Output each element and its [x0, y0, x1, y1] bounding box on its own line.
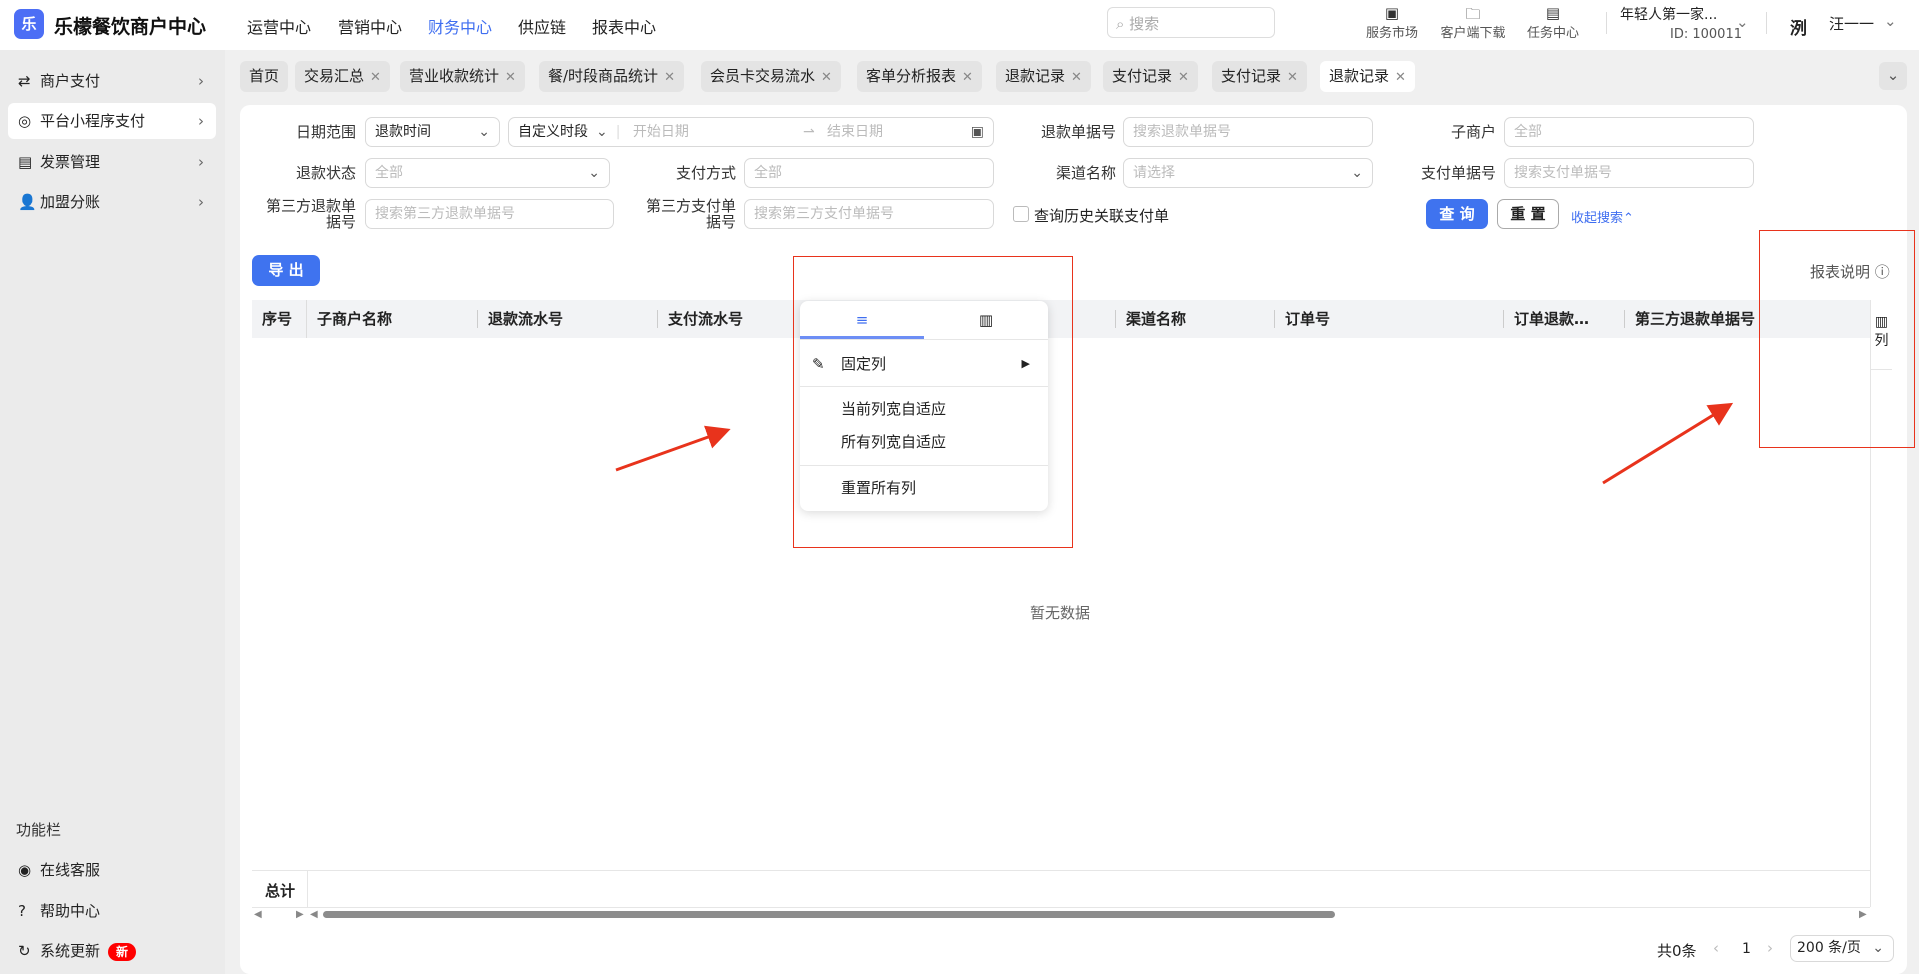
annotation-arrow: [615, 425, 731, 472]
annotation-arrow: [1602, 402, 1734, 485]
annotation-arrows: [615, 402, 1734, 485]
